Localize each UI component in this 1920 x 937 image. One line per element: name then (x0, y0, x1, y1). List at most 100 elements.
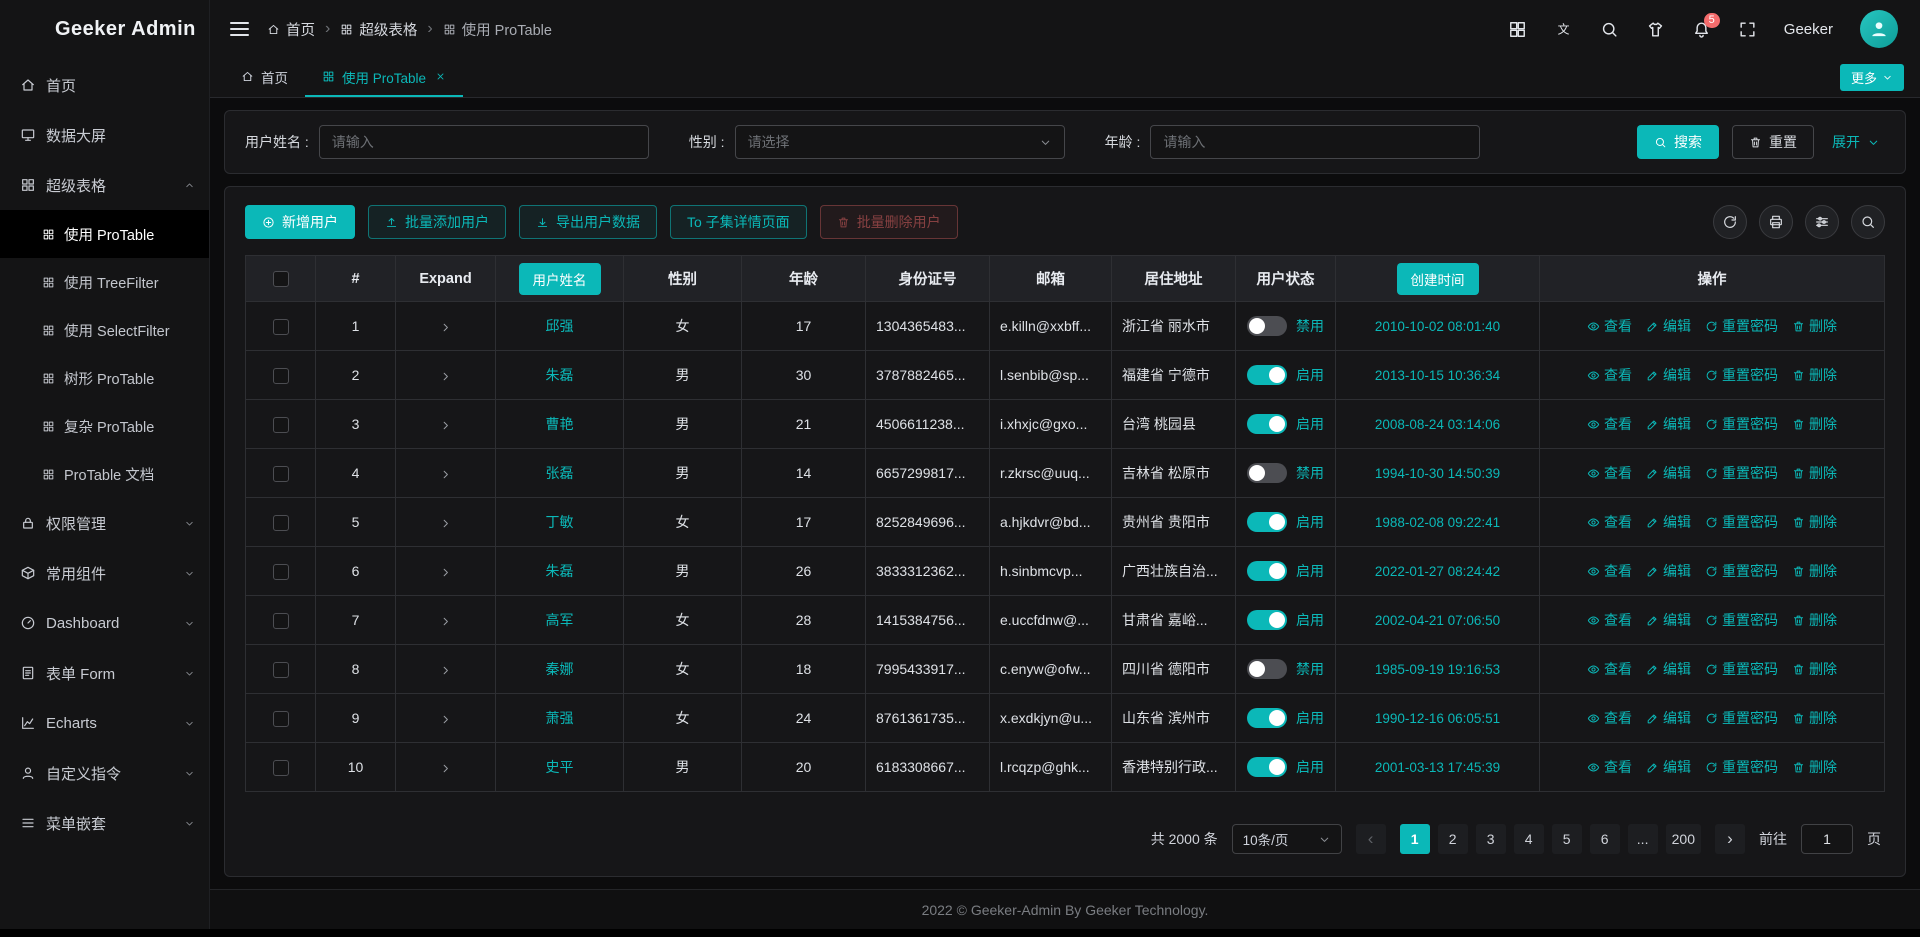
page-ellipsis-button[interactable]: ... (1628, 824, 1658, 854)
edit-action-link[interactable]: 编辑 (1646, 659, 1691, 679)
page-button-4[interactable]: 4 (1514, 824, 1544, 854)
row-checkbox[interactable] (273, 319, 289, 335)
delete-action-link[interactable]: 删除 (1792, 316, 1837, 336)
view-action-link[interactable]: 查看 (1587, 512, 1632, 532)
reset-password-action-link[interactable]: 重置密码 (1705, 757, 1778, 777)
expand-row-icon[interactable] (439, 468, 452, 481)
delete-action-link[interactable]: 删除 (1792, 659, 1837, 679)
view-action-link[interactable]: 查看 (1587, 365, 1632, 385)
view-action-link[interactable]: 查看 (1587, 610, 1632, 630)
status-toggle[interactable] (1247, 757, 1287, 777)
reset-password-action-link[interactable]: 重置密码 (1705, 316, 1778, 336)
edit-action-link[interactable]: 编辑 (1646, 757, 1691, 777)
collapse-menu-icon[interactable] (230, 18, 249, 40)
status-toggle[interactable] (1247, 463, 1287, 483)
batch-add-user-button[interactable]: 批量添加用户 (368, 205, 506, 239)
breadcrumb-item[interactable]: 使用 ProTable (443, 19, 552, 40)
user-name-link[interactable]: 高军 (546, 612, 574, 628)
user-name-link[interactable]: 萧强 (546, 710, 574, 726)
view-action-link[interactable]: 查看 (1587, 659, 1632, 679)
page-button-5[interactable]: 5 (1552, 824, 1582, 854)
print-button[interactable] (1759, 205, 1793, 239)
status-toggle[interactable] (1247, 659, 1287, 679)
view-action-link[interactable]: 查看 (1587, 757, 1632, 777)
status-toggle[interactable] (1247, 561, 1287, 581)
batch-delete-user-button[interactable]: 批量删除用户 (820, 205, 958, 239)
user-name-link[interactable]: 张磊 (546, 465, 574, 481)
edit-action-link[interactable]: 编辑 (1646, 463, 1691, 483)
sidebar-item[interactable]: Dashboard (0, 598, 209, 648)
select-all-checkbox[interactable] (273, 271, 289, 287)
row-checkbox[interactable] (273, 711, 289, 727)
user-name-link[interactable]: 朱磊 (546, 367, 574, 383)
row-checkbox[interactable] (273, 417, 289, 433)
avatar[interactable] (1860, 10, 1898, 48)
delete-action-link[interactable]: 删除 (1792, 414, 1837, 434)
delete-action-link[interactable]: 删除 (1792, 610, 1837, 630)
username[interactable]: Geeker (1784, 21, 1833, 38)
page-button-1[interactable]: 1 (1400, 824, 1430, 854)
status-toggle[interactable] (1247, 512, 1287, 532)
edit-action-link[interactable]: 编辑 (1646, 708, 1691, 728)
language-icon[interactable] (1554, 20, 1573, 39)
sidebar-item[interactable]: 超级表格 (0, 160, 209, 210)
view-action-link[interactable]: 查看 (1587, 463, 1632, 483)
user-name-link[interactable]: 曹艳 (546, 416, 574, 432)
row-checkbox[interactable] (273, 368, 289, 384)
view-action-link[interactable]: 查看 (1587, 561, 1632, 581)
status-toggle[interactable] (1247, 610, 1287, 630)
reset-password-action-link[interactable]: 重置密码 (1705, 659, 1778, 679)
logo[interactable]: Geeker Admin (0, 0, 209, 58)
sidebar-subitem[interactable]: 复杂 ProTable (0, 402, 209, 450)
page-size-select[interactable]: 10条/页 (1232, 824, 1342, 854)
sidebar-subitem[interactable]: 使用 SelectFilter (0, 306, 209, 354)
reset-password-action-link[interactable]: 重置密码 (1705, 463, 1778, 483)
search-icon[interactable] (1600, 20, 1619, 39)
expand-row-icon[interactable] (439, 370, 452, 383)
expand-row-icon[interactable] (439, 713, 452, 726)
user-name-link[interactable]: 邱强 (546, 318, 574, 334)
goto-page-input[interactable] (1801, 824, 1853, 854)
row-checkbox[interactable] (273, 466, 289, 482)
edit-action-link[interactable]: 编辑 (1646, 316, 1691, 336)
edit-action-link[interactable]: 编辑 (1646, 610, 1691, 630)
page-button-3[interactable]: 3 (1476, 824, 1506, 854)
view-action-link[interactable]: 查看 (1587, 414, 1632, 434)
reset-password-action-link[interactable]: 重置密码 (1705, 708, 1778, 728)
expand-row-icon[interactable] (439, 664, 452, 677)
expand-button[interactable]: 展开 (1827, 125, 1885, 159)
sidebar-item[interactable]: Echarts (0, 698, 209, 748)
reset-password-action-link[interactable]: 重置密码 (1705, 414, 1778, 434)
breadcrumb-item[interactable]: 首页 (267, 19, 315, 40)
sidebar-item[interactable]: 菜单嵌套 (0, 798, 209, 848)
sidebar-subitem[interactable]: 使用 ProTable (0, 210, 209, 258)
search-toggle-button[interactable] (1851, 205, 1885, 239)
delete-action-link[interactable]: 删除 (1792, 512, 1837, 532)
page-button-2[interactable]: 2 (1438, 824, 1468, 854)
gender-select[interactable]: 请选择 (735, 125, 1065, 159)
age-input[interactable] (1150, 125, 1480, 159)
reset-password-action-link[interactable]: 重置密码 (1705, 610, 1778, 630)
delete-action-link[interactable]: 删除 (1792, 708, 1837, 728)
view-action-link[interactable]: 查看 (1587, 708, 1632, 728)
reset-password-action-link[interactable]: 重置密码 (1705, 512, 1778, 532)
more-tabs-button[interactable]: 更多 (1840, 64, 1904, 91)
row-checkbox[interactable] (273, 760, 289, 776)
delete-action-link[interactable]: 删除 (1792, 757, 1837, 777)
expand-row-icon[interactable] (439, 762, 452, 775)
status-toggle[interactable] (1247, 414, 1287, 434)
username-input[interactable] (319, 125, 649, 159)
column-header-button[interactable]: 用户姓名 (519, 263, 601, 295)
expand-row-icon[interactable] (439, 517, 452, 530)
status-toggle[interactable] (1247, 365, 1287, 385)
sidebar-subitem[interactable]: 使用 TreeFilter (0, 258, 209, 306)
delete-action-link[interactable]: 删除 (1792, 561, 1837, 581)
user-name-link[interactable]: 秦娜 (546, 661, 574, 677)
edit-action-link[interactable]: 编辑 (1646, 414, 1691, 434)
layout-setting-icon[interactable] (1508, 20, 1527, 39)
status-toggle[interactable] (1247, 708, 1287, 728)
breadcrumb-item[interactable]: 超级表格 (340, 19, 417, 40)
sidebar-item[interactable]: 数据大屏 (0, 110, 209, 160)
fullscreen-icon[interactable] (1738, 20, 1757, 39)
notification-bell-icon[interactable]: 5 (1692, 20, 1711, 39)
